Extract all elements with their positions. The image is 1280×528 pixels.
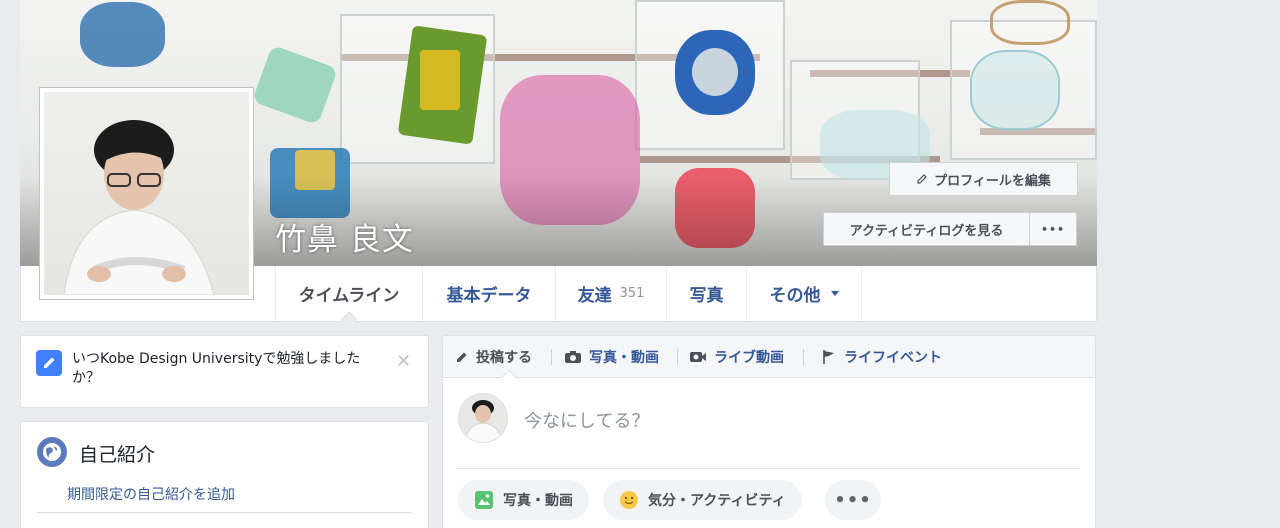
photo-video-button[interactable]: 写真・動画 — [458, 480, 589, 520]
profile-picture[interactable] — [39, 87, 254, 300]
composer-tabs: 投稿する 写真・動画 ライブ動画 ライフイベント — [443, 336, 1095, 378]
status-input[interactable]: 今なにしてる？ — [524, 407, 649, 433]
tab-post[interactable]: 投稿する — [455, 336, 532, 377]
more-icon: ••• — [834, 489, 872, 511]
add-intro-link[interactable]: 期間限定の自己紹介を追加 — [67, 484, 235, 504]
video-camera-icon — [690, 351, 706, 362]
globe-icon — [37, 437, 67, 467]
intro-card: 自己紹介 期間限定の自己紹介を追加 — [20, 421, 429, 528]
activity-log-label: アクティビティログを見る — [849, 223, 1004, 239]
pencil-icon — [917, 174, 927, 184]
edit-profile-button[interactable]: プロフィールを編集 — [889, 162, 1078, 196]
education-prompt-card: いつKobe Design Universityで勉強しましたか？ ✕ — [20, 335, 429, 408]
flag-icon — [823, 349, 834, 364]
feeling-activity-button[interactable]: 気分・アクティビティ — [603, 480, 802, 520]
tab-friends[interactable]: 友達 351 — [555, 266, 666, 321]
divider — [37, 512, 412, 513]
edit-profile-label: プロフィールを編集 — [934, 173, 1051, 189]
photo-video-label: 写真・動画 — [503, 493, 573, 509]
edit-icon — [36, 350, 62, 376]
tab-live-video-label: ライブ動画 — [714, 349, 784, 366]
more-icon: ••• — [1040, 222, 1066, 236]
tab-photos[interactable]: 写真 — [666, 266, 746, 321]
more-options-button[interactable]: ••• — [1029, 212, 1077, 246]
tab-about[interactable]: 基本データ — [422, 266, 555, 321]
activity-log-button[interactable]: アクティビティログを見る — [823, 212, 1030, 246]
friends-count: 351 — [619, 286, 645, 301]
tab-timeline-label: タイムライン — [298, 286, 400, 306]
pencil-icon — [457, 352, 467, 362]
tab-photo-video[interactable]: 写真・動画 — [564, 336, 659, 377]
more-actions-button[interactable]: ••• — [825, 480, 881, 520]
education-prompt-text[interactable]: いつKobe Design Universityで勉強しましたか？ — [72, 350, 382, 388]
tab-life-event-label: ライフイベント — [844, 349, 942, 366]
intro-title: 自己紹介 — [79, 444, 156, 466]
tab-about-label: 基本データ — [446, 286, 532, 306]
feeling-activity-label: 気分・アクティビティ — [648, 493, 786, 509]
tab-photos-label: 写真 — [689, 286, 724, 306]
avatar — [458, 393, 508, 443]
post-composer: 投稿する 写真・動画 ライブ動画 ライフイベント 今なにしてる？ 写真・動画 気… — [442, 335, 1096, 528]
smiley-icon — [620, 491, 638, 509]
camera-icon — [565, 350, 581, 363]
divider — [457, 468, 1079, 469]
tab-life-event[interactable]: ライフイベント — [821, 336, 942, 377]
profile-name[interactable]: 竹鼻 良文 — [275, 214, 414, 259]
tab-more[interactable]: その他 — [746, 266, 862, 321]
tab-friends-label: 友達 — [577, 286, 612, 306]
close-icon[interactable]: ✕ — [396, 351, 411, 372]
tab-photo-video-label: 写真・動画 — [589, 349, 659, 366]
photo-icon — [475, 491, 493, 509]
profile-photo — [44, 92, 249, 295]
tab-more-label: その他 — [769, 286, 821, 306]
tab-post-label: 投稿する — [476, 349, 532, 366]
chevron-down-icon — [830, 291, 839, 296]
tab-live-video[interactable]: ライブ動画 — [689, 336, 784, 377]
